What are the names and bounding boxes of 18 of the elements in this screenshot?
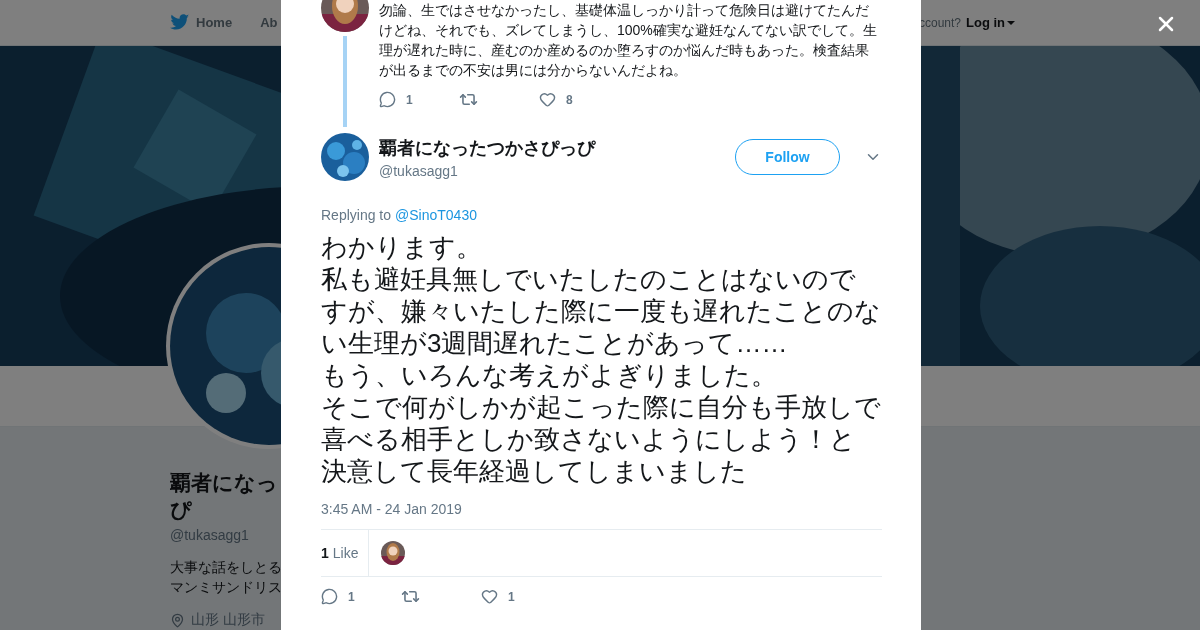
tweet-text: もう、いろんな考えがよぎりました。 xyxy=(321,359,778,391)
reply-icon[interactable] xyxy=(321,588,338,605)
profile-bio: マンミサンドリス xyxy=(170,578,282,597)
login-link[interactable]: Log in xyxy=(966,15,1015,30)
tweet-text: そこで何がしかが起こった際に自分も手放しで喜べる相手としか致さないようにしよう！と決意して長年経過してしまいました xyxy=(321,391,881,487)
profile-bio: 大事な話をしとる xyxy=(170,558,282,577)
profile-handle: @tukasagg1 xyxy=(170,527,249,543)
location-icon xyxy=(170,612,185,628)
like-count[interactable]: 1 Like xyxy=(321,530,370,576)
profile-location: 山形 山形市 xyxy=(191,611,265,629)
reply-count: 1 xyxy=(348,589,355,604)
profile-name: ぴ xyxy=(170,497,192,523)
nav-link[interactable]: Ab xyxy=(260,15,278,30)
timestamp: 3:45 AM - 24 Jan 2019 xyxy=(321,501,463,517)
heart-icon[interactable] xyxy=(481,588,498,605)
like-count: 1 xyxy=(508,589,515,604)
nav-link[interactable]: Home xyxy=(196,15,233,30)
profile-name: 覇者になっ xyxy=(170,470,278,496)
